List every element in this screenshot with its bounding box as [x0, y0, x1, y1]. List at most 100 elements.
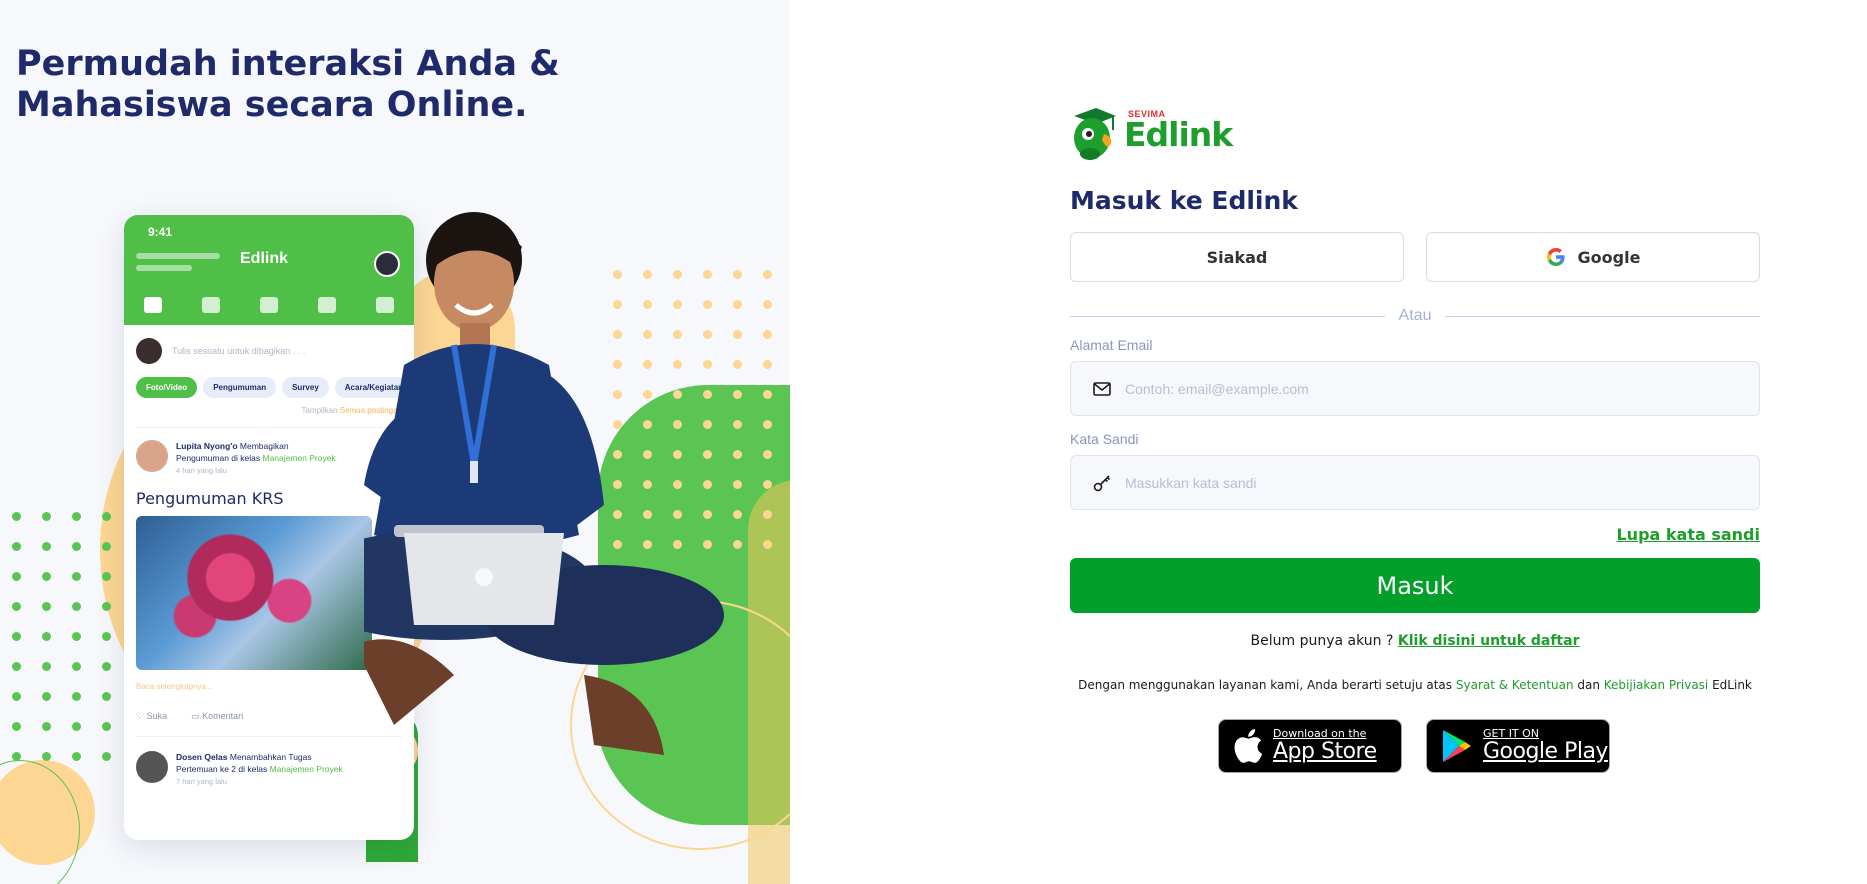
- class-icon: [202, 297, 220, 313]
- phone-post-photo: [136, 516, 372, 670]
- email-input[interactable]: [1125, 380, 1745, 397]
- terms-prefix: Dengan menggunakan layanan kami, Anda be…: [1078, 678, 1453, 692]
- message-icon: [318, 297, 336, 313]
- decor-dot: [102, 752, 111, 761]
- app-store-badge[interactable]: Download on the App Store: [1218, 719, 1402, 773]
- phone-post-actions: ♡ Suka ▭ Komentari: [136, 711, 402, 722]
- phone-post-context: Pertemuan ke 2 di kelas: [176, 764, 268, 774]
- divider-line: [1070, 315, 1385, 317]
- mail-icon: [1093, 381, 1111, 396]
- hero-headline: Permudah interaksi Anda & Mahasiswa seca…: [16, 44, 560, 125]
- app-store-text: Download on the App Store: [1273, 728, 1377, 764]
- decor-dot: [42, 602, 51, 611]
- key-icon: [1093, 474, 1111, 491]
- login-panel: SEVIMA Edlink Masuk ke Edlink Siakad Goo…: [1070, 0, 1770, 884]
- decor-dot: [102, 572, 111, 581]
- phone-post-avatar: [136, 440, 168, 472]
- edlink-wordmark: SEVIMA Edlink: [1124, 109, 1233, 154]
- phone-read-more: Baca selengkapnya...: [136, 682, 213, 691]
- phone-filter-prefix: Tampilkan: [301, 406, 338, 415]
- decor-dot: [763, 270, 772, 279]
- phone-post-placeholder: Tulis sesuatu untuk dibagikan . . .: [172, 346, 306, 356]
- password-field-wrapper: [1070, 455, 1760, 510]
- terms-mid: dan: [1577, 678, 1600, 692]
- decor-dot: [42, 542, 51, 551]
- phone-comment-label: ▭ Komentari: [191, 711, 244, 721]
- decor-dot: [72, 542, 81, 551]
- edlink-logo: SEVIMA Edlink: [1070, 106, 1233, 162]
- decor-dot: [72, 632, 81, 641]
- group-icon: [260, 297, 278, 313]
- decor-dot: [42, 662, 51, 671]
- google-button-label: Google: [1577, 247, 1641, 267]
- decor-dot: [763, 420, 772, 429]
- siakad-button[interactable]: Siakad: [1070, 232, 1404, 282]
- privacy-link[interactable]: Kebijiakan Privasi: [1604, 678, 1708, 692]
- google-play-badge[interactable]: GET IT ON Google Play: [1426, 719, 1610, 773]
- phone-composer-avatar: [136, 338, 162, 364]
- google-icon: [1546, 248, 1565, 266]
- decor-dot: [102, 722, 111, 731]
- email-field-wrapper: [1070, 361, 1760, 416]
- phone-post-author: Lupita Nyong'o: [176, 441, 238, 451]
- decor-dot: [42, 572, 51, 581]
- decor-dot: [42, 752, 51, 761]
- hero-panel: Permudah interaksi Anda & Mahasiswa seca…: [0, 0, 790, 884]
- google-login-button[interactable]: Google: [1426, 232, 1760, 282]
- decor-dot: [12, 602, 21, 611]
- decor-dot: [763, 300, 772, 309]
- decor-dot: [12, 542, 21, 551]
- decor-dot: [12, 512, 21, 521]
- decor-dot: [42, 722, 51, 731]
- phone-post-action: Menambahkan Tugas: [229, 752, 312, 762]
- register-link[interactable]: Klik disini untuk daftar: [1398, 633, 1580, 649]
- google-play-icon: [1443, 730, 1471, 762]
- decor-dot: [102, 512, 111, 521]
- decor-dot: [42, 632, 51, 641]
- phone-post-title: Pengumuman KRS: [136, 489, 284, 508]
- divider-label: Atau: [1398, 307, 1432, 324]
- decor-dot: [102, 662, 111, 671]
- decor-dot: [102, 632, 111, 641]
- password-label: Kata Sandi: [1070, 431, 1139, 447]
- app-store-big: App Store: [1273, 739, 1377, 764]
- register-prompt: Belum punya akun ? Klik disini untuk daf…: [1070, 633, 1760, 649]
- phone-clock: 9:41: [148, 225, 173, 239]
- phone-chip-row: Foto/Video Pengumuman Survey Acara/Kegia…: [136, 377, 414, 398]
- terms-notice: Dengan menggunakan layanan kami, Anda be…: [1070, 678, 1760, 692]
- green-dot-grid-decor: [12, 512, 122, 772]
- decor-dot: [12, 692, 21, 701]
- or-divider: Atau: [1070, 306, 1761, 326]
- decor-dot: [72, 662, 81, 671]
- phone-filter-note: Tampilkan Semua postingan: [136, 406, 402, 415]
- terms-link[interactable]: Syarat & Ketentuan: [1456, 678, 1574, 692]
- login-submit-label: Masuk: [1376, 571, 1454, 600]
- phone-post-author: Dosen Qelas: [176, 752, 228, 762]
- phone-placeholder-bar: [136, 253, 220, 259]
- decor-dot: [12, 722, 21, 731]
- login-submit-button[interactable]: Masuk: [1070, 558, 1760, 613]
- phone-post-time: 4 hari yang lalu: [176, 466, 227, 475]
- decor-dot: [72, 602, 81, 611]
- decor-dot: [763, 330, 772, 339]
- siakad-button-label: Siakad: [1206, 247, 1268, 267]
- apple-icon: [1234, 729, 1263, 763]
- decor-dot: [763, 450, 772, 459]
- decor-dot: [102, 692, 111, 701]
- phone-post-avatar: [136, 751, 168, 783]
- phone-post-context: Pengumuman di kelas: [176, 453, 261, 463]
- terms-suffix: EdLink: [1712, 678, 1752, 692]
- decor-dot: [12, 752, 21, 761]
- password-input[interactable]: [1125, 474, 1745, 491]
- decor-dot: [12, 572, 21, 581]
- phone-post-time: 7 hari yang lalu: [176, 777, 227, 786]
- decor-dot: [763, 390, 772, 399]
- phone-like-label: ♡ Suka: [136, 711, 168, 721]
- google-play-big: Google Play: [1483, 739, 1608, 764]
- forgot-password-link[interactable]: Lupa kata sandi: [1616, 525, 1760, 544]
- decor-dot: [102, 542, 111, 551]
- phone-chip: Foto/Video: [136, 377, 198, 398]
- decor-dot: [102, 602, 111, 611]
- login-title: Masuk ke Edlink: [1070, 186, 1298, 215]
- decor-dot: [72, 752, 81, 761]
